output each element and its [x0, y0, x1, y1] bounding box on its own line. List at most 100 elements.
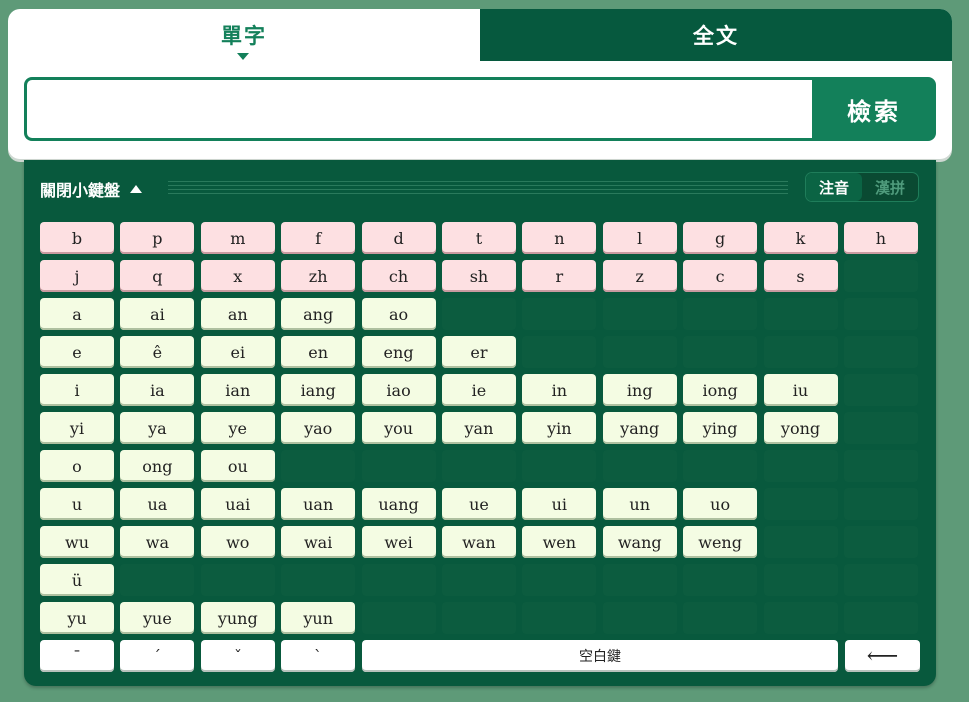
- key-ê[interactable]: ê: [120, 336, 195, 368]
- key-i[interactable]: i: [40, 374, 114, 406]
- key-er[interactable]: er: [441, 336, 516, 368]
- backspace-key[interactable]: ⟵: [845, 640, 920, 672]
- tone-1-key[interactable]: ˉ: [40, 640, 114, 672]
- key-un[interactable]: un: [602, 488, 677, 520]
- key-iao[interactable]: iao: [361, 374, 436, 406]
- tone-4-key[interactable]: ˋ: [281, 640, 355, 672]
- key-yin[interactable]: yin: [522, 412, 597, 444]
- key-iu[interactable]: iu: [763, 374, 838, 406]
- key-iong[interactable]: iong: [683, 374, 758, 406]
- key-ie[interactable]: ie: [441, 374, 516, 406]
- empty-key-slot: [763, 526, 838, 558]
- key-k[interactable]: k: [763, 222, 838, 254]
- key-zh[interactable]: zh: [281, 260, 356, 292]
- key-yan[interactable]: yan: [441, 412, 516, 444]
- key-wei[interactable]: wei: [361, 526, 436, 558]
- key-n[interactable]: n: [522, 222, 597, 254]
- key-yung[interactable]: yung: [200, 602, 275, 634]
- search-input[interactable]: [24, 77, 823, 141]
- mode-zhuyin-button[interactable]: 注音: [806, 173, 862, 201]
- key-q[interactable]: q: [120, 260, 195, 292]
- key-l[interactable]: l: [602, 222, 677, 254]
- key-j[interactable]: j: [40, 260, 114, 292]
- empty-key-slot: [843, 602, 918, 634]
- key-o[interactable]: o: [40, 450, 114, 482]
- key-u[interactable]: u: [40, 488, 114, 520]
- key-g[interactable]: g: [683, 222, 758, 254]
- key-m[interactable]: m: [200, 222, 275, 254]
- key-wen[interactable]: wen: [522, 526, 597, 558]
- key-uang[interactable]: uang: [361, 488, 436, 520]
- close-keyboard-toggle[interactable]: 關閉小鍵盤: [40, 177, 143, 201]
- key-ye[interactable]: ye: [200, 412, 275, 444]
- key-yun[interactable]: yun: [281, 602, 356, 634]
- key-ao[interactable]: ao: [361, 298, 436, 330]
- key-yang[interactable]: yang: [602, 412, 677, 444]
- key-yue[interactable]: yue: [120, 602, 195, 634]
- key-ya[interactable]: ya: [120, 412, 195, 444]
- empty-key-slot: [843, 450, 918, 482]
- empty-key-slot: [683, 602, 758, 634]
- key-weng[interactable]: weng: [683, 526, 758, 558]
- key-ü[interactable]: ü: [40, 564, 114, 596]
- key-ying[interactable]: ying: [683, 412, 758, 444]
- key-en[interactable]: en: [281, 336, 356, 368]
- key-you[interactable]: you: [361, 412, 436, 444]
- key-wo[interactable]: wo: [200, 526, 275, 558]
- key-ai[interactable]: ai: [120, 298, 195, 330]
- key-ia[interactable]: ia: [120, 374, 195, 406]
- key-sh[interactable]: sh: [441, 260, 516, 292]
- key-wa[interactable]: wa: [120, 526, 195, 558]
- mode-hanpin-button[interactable]: 漢拼: [862, 173, 918, 201]
- key-b[interactable]: b: [40, 222, 114, 254]
- key-ian[interactable]: ian: [200, 374, 275, 406]
- key-e[interactable]: e: [40, 336, 114, 368]
- key-t[interactable]: t: [441, 222, 516, 254]
- key-wu[interactable]: wu: [40, 526, 114, 558]
- close-keyboard-label: 關閉小鍵盤: [40, 181, 121, 200]
- key-wan[interactable]: wan: [441, 526, 516, 558]
- caret-down-icon: [237, 53, 249, 60]
- search-card: 單字 全文 檢索: [8, 9, 952, 159]
- empty-key-slot: [120, 564, 195, 596]
- key-ou[interactable]: ou: [200, 450, 275, 482]
- tone-3-key[interactable]: ˇ: [201, 640, 275, 672]
- key-wang[interactable]: wang: [602, 526, 677, 558]
- key-yu[interactable]: yu: [40, 602, 114, 634]
- key-yao[interactable]: yao: [281, 412, 356, 444]
- key-f[interactable]: f: [281, 222, 356, 254]
- key-x[interactable]: x: [200, 260, 275, 292]
- key-ua[interactable]: ua: [120, 488, 195, 520]
- key-ong[interactable]: ong: [120, 450, 195, 482]
- empty-key-slot: [522, 298, 597, 330]
- key-eng[interactable]: eng: [361, 336, 436, 368]
- key-wai[interactable]: wai: [281, 526, 356, 558]
- empty-key-slot: [602, 564, 677, 596]
- key-ch[interactable]: ch: [361, 260, 436, 292]
- key-d[interactable]: d: [361, 222, 436, 254]
- key-yi[interactable]: yi: [40, 412, 114, 444]
- key-uan[interactable]: uan: [281, 488, 356, 520]
- space-key[interactable]: 空白鍵: [362, 640, 838, 672]
- key-c[interactable]: c: [683, 260, 758, 292]
- key-in[interactable]: in: [522, 374, 597, 406]
- key-a[interactable]: a: [40, 298, 114, 330]
- key-iang[interactable]: iang: [281, 374, 356, 406]
- key-ang[interactable]: ang: [281, 298, 356, 330]
- key-p[interactable]: p: [120, 222, 195, 254]
- key-ue[interactable]: ue: [441, 488, 516, 520]
- tone-2-key[interactable]: ˊ: [120, 640, 194, 672]
- key-uai[interactable]: uai: [200, 488, 275, 520]
- key-r[interactable]: r: [522, 260, 597, 292]
- key-h[interactable]: h: [843, 222, 918, 254]
- key-ui[interactable]: ui: [522, 488, 597, 520]
- key-uo[interactable]: uo: [683, 488, 758, 520]
- key-yong[interactable]: yong: [763, 412, 838, 444]
- search-button[interactable]: 檢索: [812, 77, 936, 141]
- key-an[interactable]: an: [200, 298, 275, 330]
- key-s[interactable]: s: [763, 260, 838, 292]
- key-z[interactable]: z: [602, 260, 677, 292]
- tab-full-text[interactable]: 全文: [480, 9, 952, 61]
- key-ing[interactable]: ing: [602, 374, 677, 406]
- key-ei[interactable]: ei: [200, 336, 275, 368]
